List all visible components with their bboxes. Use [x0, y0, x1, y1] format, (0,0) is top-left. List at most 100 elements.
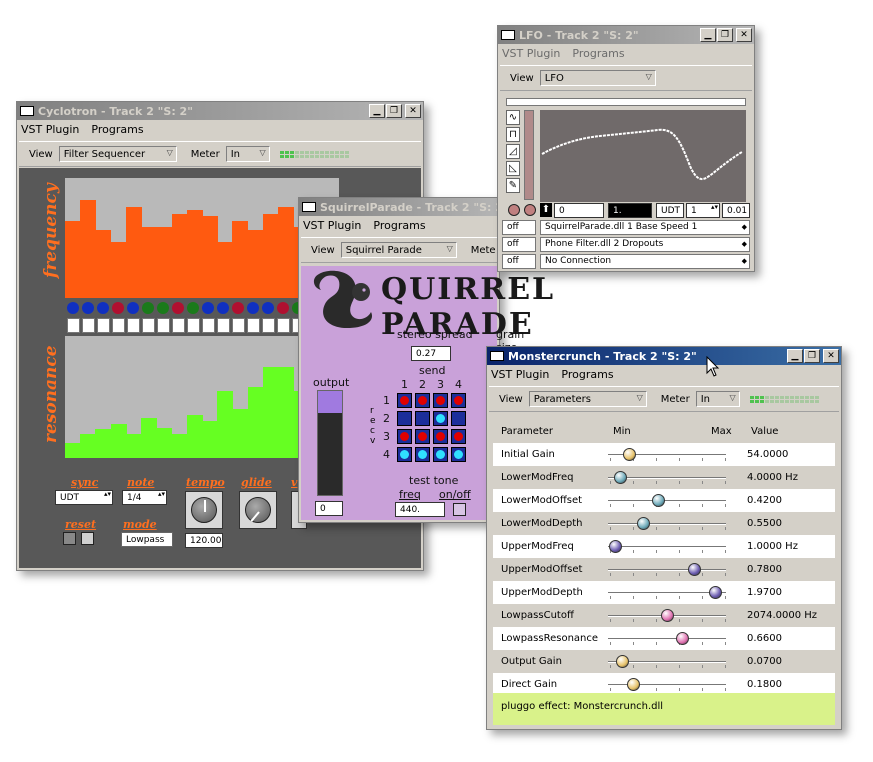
step-bar[interactable] — [141, 227, 158, 298]
step-bar[interactable] — [232, 409, 249, 458]
matrix-cell[interactable] — [415, 393, 430, 408]
output-field[interactable]: 0 — [315, 501, 343, 516]
matrix-cell[interactable] — [451, 393, 466, 408]
freq-field[interactable]: 440. — [395, 502, 445, 517]
step-dot[interactable] — [142, 302, 154, 314]
matrix-cell[interactable] — [433, 411, 448, 426]
matrix-cell[interactable] — [397, 429, 412, 444]
output-slider[interactable] — [317, 390, 343, 496]
parameter-slider[interactable] — [608, 581, 726, 604]
test-tone-toggle[interactable] — [453, 503, 466, 516]
matrix-cell[interactable] — [451, 429, 466, 444]
arrow-up-icon[interactable]: ⬆ — [540, 203, 552, 217]
step-bar[interactable] — [80, 199, 97, 298]
route-state-button[interactable]: off — [502, 220, 536, 235]
step-bar[interactable] — [65, 221, 81, 298]
tempo-knob[interactable] — [185, 491, 223, 529]
matrix-cell[interactable] — [415, 411, 430, 426]
matrix-cell[interactable] — [451, 411, 466, 426]
glide-knob[interactable] — [239, 491, 277, 529]
parameter-slider[interactable] — [608, 466, 726, 489]
step-bar[interactable] — [202, 216, 218, 298]
matrix-cell[interactable] — [451, 447, 466, 462]
step-bar[interactable] — [80, 433, 97, 458]
step-cell[interactable] — [172, 318, 185, 333]
step-dot[interactable] — [247, 302, 259, 314]
slider-handle[interactable] — [651, 494, 665, 507]
parameter-slider[interactable] — [608, 443, 726, 466]
minimize-icon[interactable]: ▁ — [700, 28, 716, 42]
slider-handle[interactable] — [637, 517, 651, 530]
step-bar[interactable] — [217, 390, 234, 458]
step-cell[interactable] — [157, 318, 170, 333]
route-state-button[interactable]: off — [502, 254, 536, 269]
step-bar[interactable] — [247, 387, 264, 458]
step-cell[interactable] — [142, 318, 155, 333]
step-dot[interactable] — [157, 302, 169, 314]
step-bar[interactable] — [110, 241, 127, 298]
sine-wave-icon[interactable]: ∿ — [506, 110, 520, 125]
squirrelparade-titlebar[interactable]: SquirrelParade - Track 2 "S: 2" — [299, 198, 499, 216]
step-cell[interactable] — [232, 318, 245, 333]
step-bar[interactable] — [171, 433, 188, 458]
matrix-cell[interactable] — [415, 447, 430, 462]
slider-handle[interactable] — [623, 448, 637, 461]
step-dot[interactable] — [187, 302, 199, 314]
square-wave-icon[interactable]: ⊓ — [506, 127, 520, 142]
step-cell[interactable] — [67, 318, 80, 333]
step-bar[interactable] — [141, 417, 158, 458]
lfo-play-button[interactable] — [524, 204, 536, 216]
step-dot[interactable] — [262, 302, 274, 314]
step-bar[interactable] — [65, 443, 81, 458]
close-icon[interactable]: ✕ — [405, 104, 421, 118]
view-dropdown[interactable]: Squirrel Parade — [340, 242, 457, 258]
saw-up-icon[interactable]: ◿ — [506, 144, 520, 159]
reset-toggle[interactable] — [81, 532, 94, 545]
monstercrunch-titlebar[interactable]: Monstercrunch - Track 2 "S: 2" ▁ ❐ ✕ — [487, 347, 841, 365]
step-dot[interactable] — [97, 302, 109, 314]
saw-down-icon[interactable]: ◺ — [506, 161, 520, 176]
menu-programs[interactable]: Programs — [373, 219, 425, 232]
menu-programs[interactable]: Programs — [91, 123, 143, 136]
step-cell[interactable] — [262, 318, 275, 333]
lfo-value-field[interactable]: 0 — [554, 203, 604, 218]
slider-handle[interactable] — [613, 471, 627, 484]
matrix-cell[interactable] — [397, 447, 412, 462]
slider-handle[interactable] — [709, 586, 723, 599]
minimize-icon[interactable]: ▁ — [787, 349, 803, 363]
step-bar[interactable] — [186, 210, 203, 298]
view-dropdown[interactable]: Parameters — [528, 391, 647, 407]
menu-vst-plugin[interactable]: VST Plugin — [303, 219, 361, 232]
matrix-cell[interactable] — [433, 393, 448, 408]
step-cell[interactable] — [187, 318, 200, 333]
lfo-scroll-bar[interactable] — [506, 98, 746, 106]
view-dropdown[interactable]: LFO — [539, 70, 656, 86]
step-dot[interactable] — [82, 302, 94, 314]
lfo-waveform-display[interactable] — [540, 110, 746, 202]
parameter-slider[interactable] — [608, 512, 726, 535]
slider-handle[interactable] — [661, 609, 674, 622]
step-cell[interactable] — [277, 318, 290, 333]
step-bar[interactable] — [125, 433, 142, 458]
slider-handle[interactable] — [609, 540, 623, 553]
tempo-field[interactable]: 120.00 — [185, 533, 223, 548]
menu-programs[interactable]: Programs — [561, 368, 613, 381]
step-bar[interactable] — [247, 229, 264, 298]
note-select[interactable]: 1/4 — [122, 490, 167, 505]
restore-icon[interactable]: ❐ — [717, 28, 733, 42]
close-icon[interactable]: ✕ — [736, 28, 752, 42]
step-dot[interactable] — [172, 302, 184, 314]
step-bar[interactable] — [186, 415, 203, 458]
step-bar[interactable] — [95, 428, 112, 458]
lfo-speed-field[interactable]: 1. — [608, 203, 652, 218]
restore-icon[interactable]: ❐ — [804, 349, 820, 363]
step-bar[interactable] — [171, 214, 188, 298]
route-target-select[interactable]: SquirrelParade.dll 1 Base Speed 1 — [540, 220, 750, 235]
slider-handle[interactable] — [626, 678, 640, 691]
parameter-slider[interactable] — [608, 604, 726, 627]
slider-handle[interactable] — [688, 563, 702, 576]
step-cell[interactable] — [82, 318, 95, 333]
step-cell[interactable] — [127, 318, 140, 333]
step-dot[interactable] — [217, 302, 229, 314]
lfo-titlebar[interactable]: LFO - Track 2 "S: 2" ▁ ❐ ✕ — [498, 26, 754, 44]
